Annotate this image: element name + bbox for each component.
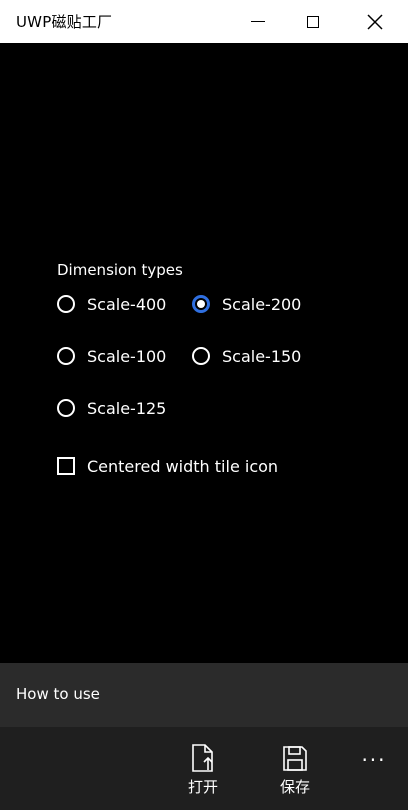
dimension-types-label: Dimension types [57, 261, 183, 279]
radio-label: Scale-200 [222, 294, 302, 314]
maximize-button[interactable] [290, 0, 336, 43]
radio-scale-125[interactable]: Scale-125 [57, 396, 166, 420]
save-icon [283, 746, 307, 771]
minimize-icon [251, 20, 265, 23]
close-button[interactable] [352, 0, 398, 43]
maximize-icon [307, 15, 319, 28]
checkbox-label: Centered width tile icon [87, 456, 279, 476]
checkbox-icon [57, 457, 75, 475]
radio-scale-400[interactable]: Scale-400 [57, 292, 166, 316]
how-to-use-bar[interactable]: How to use [0, 663, 408, 727]
radio-label: Scale-150 [222, 346, 302, 366]
window-title: UWP磁贴工厂 [16, 13, 113, 31]
save-label: 保存 [279, 778, 310, 796]
title-bar: UWP磁贴工厂 [0, 0, 408, 43]
minimize-button[interactable] [235, 0, 281, 43]
how-to-use-label: How to use [16, 685, 100, 703]
radio-label: Scale-125 [87, 398, 167, 418]
more-icon: ··· [361, 748, 387, 772]
close-icon [367, 13, 383, 30]
radio-scale-200[interactable]: Scale-200 [192, 292, 301, 316]
centered-width-tile-icon-checkbox[interactable]: Centered width tile icon [57, 454, 278, 478]
radio-circle-icon [192, 347, 210, 365]
radio-label: Scale-400 [87, 294, 167, 314]
radio-label: Scale-100 [87, 346, 167, 366]
radio-scale-150[interactable]: Scale-150 [192, 344, 301, 368]
radio-selected-icon [192, 295, 210, 313]
open-label: 打开 [187, 778, 218, 796]
save-button[interactable]: 保存 [260, 727, 330, 810]
more-options-button[interactable]: ··· [356, 745, 392, 775]
open-button[interactable]: 打开 [168, 727, 238, 810]
radio-scale-100[interactable]: Scale-100 [57, 344, 166, 368]
open-file-icon [192, 744, 213, 772]
command-bar: 打开 保存 ··· [0, 727, 408, 810]
radio-circle-icon [57, 399, 75, 417]
radio-circle-icon [57, 295, 75, 313]
radio-circle-icon [57, 347, 75, 365]
